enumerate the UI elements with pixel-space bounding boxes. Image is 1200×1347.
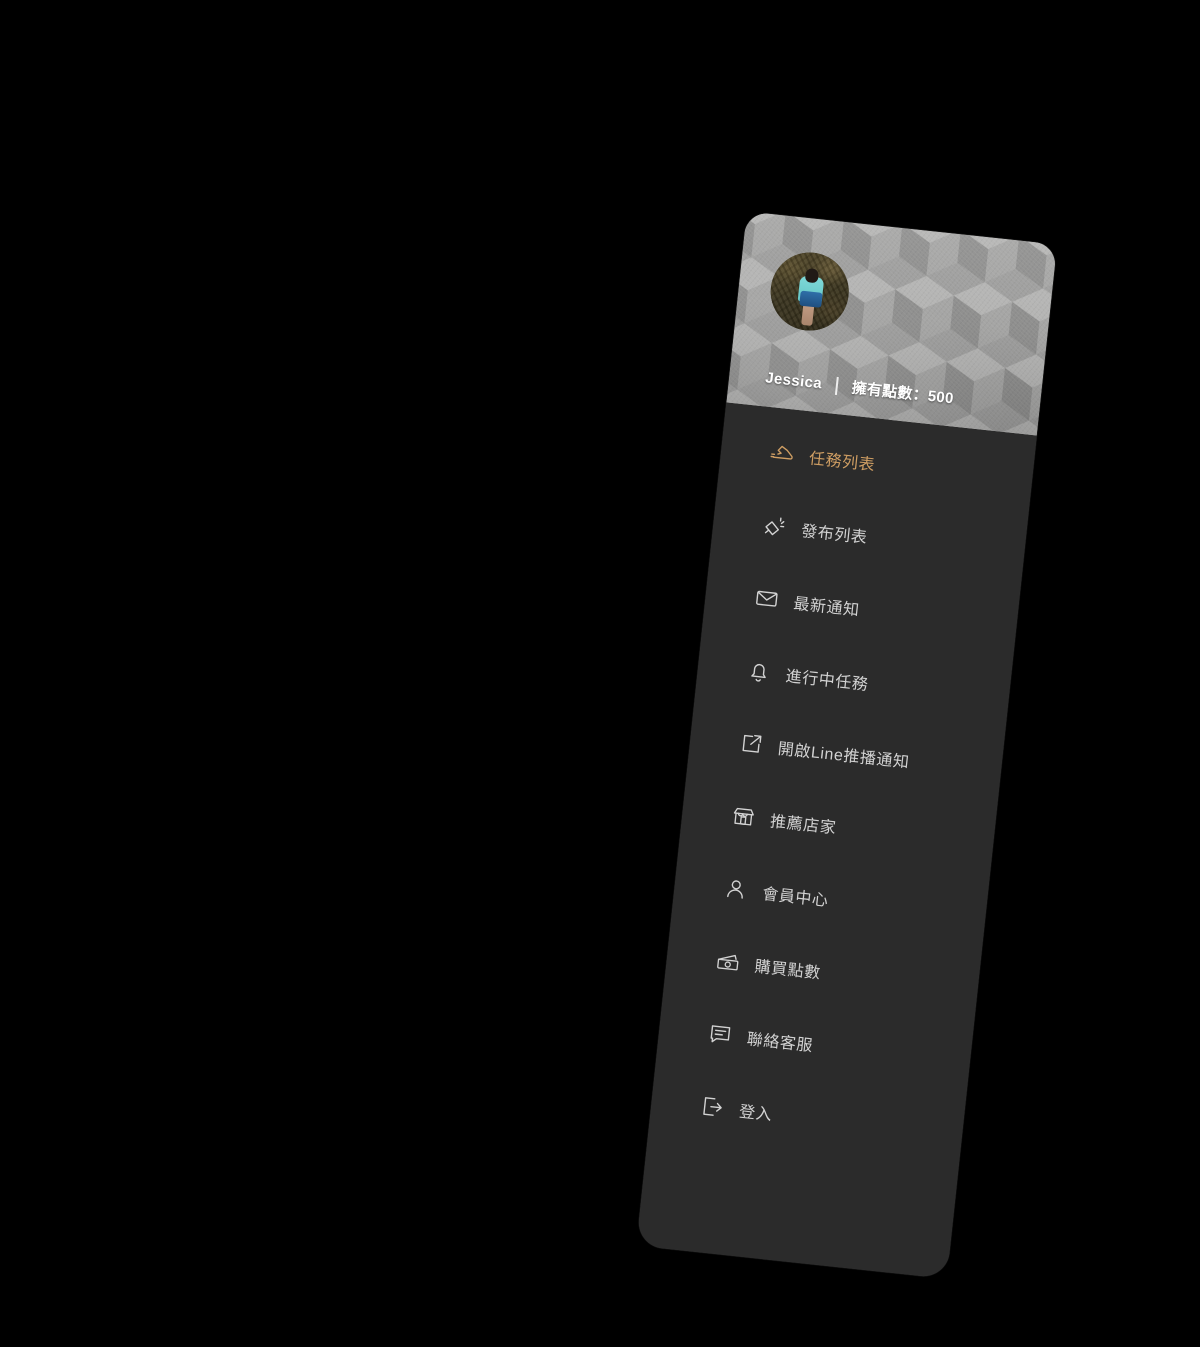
sidebar-panel-stage: Jessica 擁有點數：500 任務列表 發布列表 最新通知 進行中任務 開啟…	[636, 211, 1058, 1279]
sidebar-item-label: 發布列表	[800, 522, 869, 547]
sidebar-item-label: 推薦店家	[769, 812, 838, 837]
bell-icon	[745, 657, 774, 686]
sidebar-item-label: 最新通知	[792, 595, 861, 620]
sidebar-item-label: 聯絡客服	[746, 1030, 814, 1055]
storefront-icon	[729, 802, 758, 831]
external-link-icon	[737, 729, 766, 758]
chat-icon	[706, 1019, 735, 1048]
shoe-icon	[768, 439, 797, 468]
sidebar-menu: 任務列表 發布列表 最新通知 進行中任務 開啟Line推播通知 推薦店家 會員中…	[636, 402, 1036, 1278]
banknote-icon	[714, 947, 743, 976]
sidebar-item-label: 登入	[738, 1103, 774, 1124]
sidebar-item-label: 購買點數	[753, 958, 822, 983]
user-icon	[722, 874, 751, 903]
avatar-person-bag	[799, 290, 823, 308]
sidebar-panel: Jessica 擁有點數：500 任務列表 發布列表 最新通知 進行中任務 開啟…	[636, 211, 1058, 1279]
envelope-icon	[753, 584, 782, 613]
sidebar-item-label: 開啟Line推播通知	[777, 740, 911, 772]
identity-divider	[834, 376, 839, 395]
sidebar-item-label: 進行中任務	[784, 667, 870, 694]
avatar[interactable]	[766, 248, 853, 335]
sidebar-item-label: 任務列表	[808, 449, 876, 474]
login-icon	[698, 1092, 727, 1121]
avatar-person-head	[804, 267, 820, 283]
megaphone-icon	[760, 511, 789, 540]
user-name: Jessica	[764, 369, 823, 393]
profile-header: Jessica 擁有點數：500	[726, 211, 1058, 436]
sidebar-item-label: 會員中心	[761, 885, 830, 910]
